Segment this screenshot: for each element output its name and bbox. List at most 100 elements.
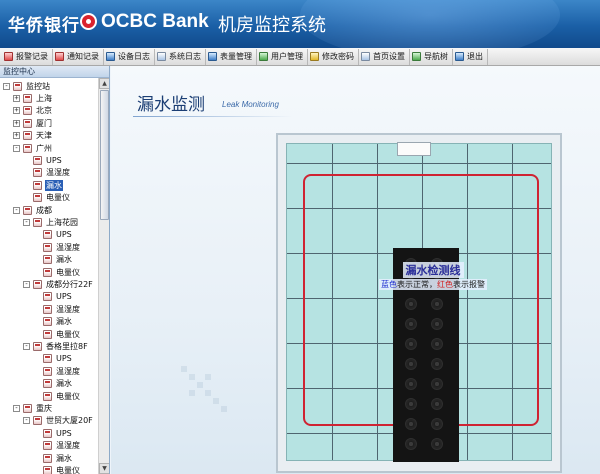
- tree-node[interactable]: + 厦门: [13, 117, 53, 129]
- tree-node[interactable]: + 北京: [13, 105, 53, 117]
- tree-node-label: 电量仪: [46, 193, 70, 203]
- rack-vent-icon: [431, 378, 443, 390]
- collapse-icon[interactable]: -: [23, 417, 30, 425]
- tree-node-label: 漏水: [45, 179, 63, 191]
- node-icon: [43, 391, 52, 401]
- tree-node[interactable]: 电量仪: [33, 266, 81, 278]
- tree-node-label: 成都: [36, 205, 52, 215]
- expand-icon[interactable]: +: [13, 132, 20, 140]
- system-title: 机房监控系统: [218, 15, 326, 36]
- toolbar-change-password[interactable]: 修改密码: [308, 48, 359, 65]
- page-subtitle: Leak Monitoring: [222, 100, 279, 109]
- background-decoration: [181, 366, 227, 412]
- tree-node[interactable]: + 天津: [13, 130, 53, 142]
- toolbar-device-log[interactable]: 设备日志: [104, 48, 155, 65]
- node-icon: [23, 93, 32, 103]
- collapse-icon[interactable]: -: [23, 280, 30, 288]
- collapse-icon[interactable]: -: [13, 144, 20, 152]
- collapse-icon[interactable]: -: [13, 206, 20, 214]
- tree-node-label: 温湿度: [56, 441, 80, 451]
- toolbar-notice-log[interactable]: 通知记录: [53, 48, 104, 65]
- toolbar-user-management[interactable]: 用户管理: [257, 48, 308, 65]
- system-log-icon: [157, 52, 166, 61]
- tree-node[interactable]: 漏水: [23, 179, 63, 191]
- legend-blue-text: 蓝色: [381, 280, 397, 289]
- expand-icon[interactable]: +: [13, 119, 20, 127]
- tree-node[interactable]: 温湿度: [33, 440, 81, 452]
- tree-node[interactable]: 温湿度: [33, 303, 81, 315]
- rack-vent-icon: [431, 298, 443, 310]
- toolbar-system-log[interactable]: 系统日志: [155, 48, 206, 65]
- tree-node[interactable]: UPS: [33, 353, 73, 365]
- tree-node[interactable]: UPS: [33, 229, 73, 241]
- tree-node[interactable]: 电量仪: [33, 390, 81, 402]
- legend: 漏水检测线 蓝色表示正常，红色表示报警: [375, 262, 491, 292]
- tree-node-label: 重庆: [36, 403, 52, 413]
- expand-icon[interactable]: +: [13, 107, 20, 115]
- tree-node[interactable]: - 监控站: [3, 80, 51, 92]
- collapse-icon[interactable]: -: [23, 218, 30, 226]
- tree-node[interactable]: 电量仪: [33, 328, 81, 340]
- tree-node[interactable]: - 重庆: [13, 402, 53, 414]
- main-content: 漏水监测 Leak Monitoring 漏水检测线 蓝色表示正常，红色表示报警: [111, 66, 600, 474]
- tree-node[interactable]: - 成都分行22F: [23, 278, 94, 290]
- node-icon: [23, 205, 32, 215]
- user-icon: [259, 52, 268, 61]
- tree-node-label: 温湿度: [56, 242, 80, 252]
- tree-node-label: UPS: [56, 428, 72, 438]
- toolbar-meter-management[interactable]: 表量管理: [206, 48, 257, 65]
- tree-node[interactable]: 温湿度: [33, 241, 81, 253]
- tree-node[interactable]: UPS: [33, 427, 73, 439]
- title-underline: [133, 116, 293, 117]
- toolbar-home-settings[interactable]: 首页设置: [359, 48, 410, 65]
- legend-mid-text: 表示正常，: [397, 280, 437, 289]
- toolbar-nav-tree[interactable]: 导航树: [410, 48, 453, 65]
- toolbar-alarm-log[interactable]: 报警记录: [2, 48, 53, 65]
- tree-node[interactable]: 漏水: [33, 254, 73, 266]
- tree-node[interactable]: - 世贸大厦20F: [23, 415, 94, 427]
- toolbar-exit[interactable]: 退出: [453, 48, 488, 65]
- node-icon: [33, 180, 42, 190]
- scroll-up-icon[interactable]: ▲: [99, 78, 109, 89]
- tree-node-label: 电量仪: [56, 391, 80, 401]
- collapse-icon[interactable]: -: [3, 82, 10, 90]
- node-icon: [23, 118, 32, 128]
- tree-node[interactable]: 电量仪: [23, 192, 71, 204]
- tree-node[interactable]: UPS: [23, 154, 63, 166]
- tree-node[interactable]: 温湿度: [23, 167, 71, 179]
- expand-icon[interactable]: +: [13, 94, 20, 102]
- tree-node[interactable]: + 上海: [13, 92, 53, 104]
- rack-vent-icon: [405, 318, 417, 330]
- collapse-icon[interactable]: -: [23, 342, 30, 350]
- monitor-tree-panel: 监控中心 - 监控站 + 上海 + 北京 + 厦门 + 天津 - 广州 UPS 温湿度 漏水 电量仪 - 成都 - 上…: [0, 66, 110, 474]
- node-icon: [43, 354, 52, 364]
- collapse-icon[interactable]: -: [13, 404, 20, 412]
- tree-node[interactable]: UPS: [33, 291, 73, 303]
- toolbar-label: 表量管理: [220, 52, 252, 61]
- tree-node[interactable]: - 广州: [13, 142, 53, 154]
- tree-node[interactable]: 漏水: [33, 378, 73, 390]
- tree-node[interactable]: - 香格里拉8F: [23, 340, 89, 352]
- tree-node-label: UPS: [56, 354, 72, 364]
- rack-vent-icon: [431, 338, 443, 350]
- scroll-down-icon[interactable]: ▼: [99, 463, 109, 474]
- node-icon: [43, 453, 52, 463]
- meter-icon: [208, 52, 217, 61]
- tree-node[interactable]: - 上海花园: [23, 216, 79, 228]
- scroll-thumb[interactable]: [100, 90, 109, 220]
- tree-node[interactable]: 温湿度: [33, 365, 81, 377]
- exit-icon: [455, 52, 464, 61]
- node-icon: [43, 441, 52, 451]
- ac-unit: [397, 142, 431, 156]
- toolbar-label: 导航树: [424, 52, 448, 61]
- tree-node-label: 电量仪: [56, 267, 80, 277]
- rack-vent-icon: [431, 318, 443, 330]
- tree-node[interactable]: 漏水: [33, 316, 73, 328]
- tree-node[interactable]: - 成都: [13, 204, 53, 216]
- toolbar-label: 用户管理: [271, 52, 303, 61]
- tree-node[interactable]: 电量仪: [33, 464, 81, 474]
- tree-scrollbar[interactable]: ▲ ▼: [98, 78, 109, 474]
- node-icon: [43, 465, 52, 474]
- node-icon: [23, 403, 32, 413]
- tree-node[interactable]: 漏水: [33, 452, 73, 464]
